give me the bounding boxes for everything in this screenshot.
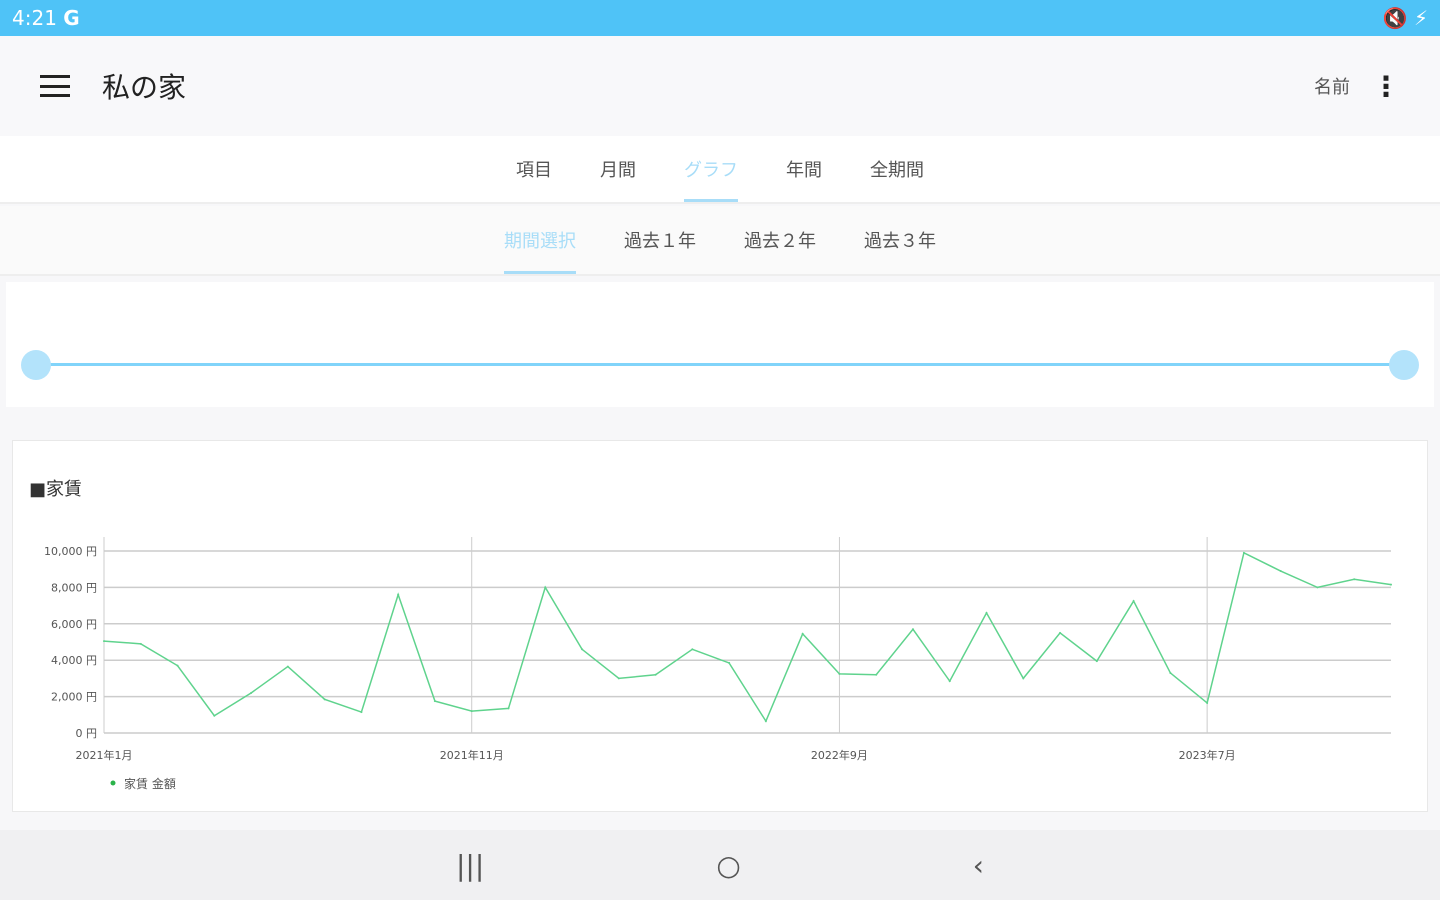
back-icon[interactable]: ‹ (973, 849, 984, 882)
x-tick-label: 2023年7月 (1179, 748, 1236, 762)
y-tick-label: 6,000 円 (51, 618, 97, 631)
data-point (544, 586, 547, 589)
home-icon[interactable]: ○ (716, 849, 740, 882)
data-point (691, 648, 694, 651)
data-point (250, 691, 253, 694)
data-point (1316, 586, 1319, 589)
y-tick-label: 2,000 円 (51, 691, 97, 704)
tab-past-1-year[interactable]: 過去１年 (600, 206, 720, 274)
tab-past-3-years[interactable]: 過去３年 (840, 206, 960, 274)
data-point (728, 661, 731, 664)
y-tick-label: 10,000 円 (44, 545, 97, 558)
data-point (1132, 600, 1135, 603)
navigation-bar: ||| ○ ‹ (0, 830, 1440, 900)
data-point (1279, 570, 1282, 573)
data-point (654, 673, 657, 676)
data-point (801, 632, 804, 635)
data-point (397, 593, 400, 596)
recents-icon[interactable]: ||| (456, 849, 484, 882)
data-point (360, 711, 363, 714)
data-point (617, 677, 620, 680)
slider-track[interactable] (36, 363, 1404, 366)
tab-items[interactable]: 項目 (492, 136, 576, 202)
data-point (764, 720, 767, 723)
data-point (948, 680, 951, 683)
y-tick-label: 4,000 円 (51, 654, 97, 667)
clock: 4:21 (12, 6, 57, 30)
tab-period-select[interactable]: 期間選択 (480, 206, 600, 274)
data-point (433, 700, 436, 703)
data-point (1169, 671, 1172, 674)
data-point (470, 710, 473, 713)
page-title: 私の家 (102, 71, 187, 104)
period-tabs: 期間選択 過去１年 過去２年 過去３年 (0, 206, 1440, 276)
name-button[interactable]: 名前 (1314, 73, 1350, 99)
status-bar: 4:21 G 🔇 ⚡ (0, 0, 1440, 36)
data-point (139, 642, 142, 645)
tab-graph[interactable]: グラフ (660, 136, 762, 202)
tab-yearly[interactable]: 年間 (762, 136, 846, 202)
y-tick-label: 8,000 円 (51, 581, 97, 594)
data-point (103, 640, 105, 643)
legend-label: 家賃 金額 (124, 776, 176, 791)
data-point (507, 707, 510, 710)
data-point (1059, 631, 1062, 634)
status-icons: 🔇 ⚡ (1382, 6, 1428, 30)
data-point (1206, 701, 1209, 704)
tab-past-2-years[interactable]: 過去２年 (720, 206, 840, 274)
y-tick-label: 0 円 (76, 727, 98, 740)
slider-start-handle[interactable] (21, 350, 51, 380)
more-options-icon[interactable]: ⋮ (1372, 70, 1400, 103)
rent-chart-card: ■家賃 0 円 2,000 円 4,000 円 6,000 円 8,000 円 10,00… (12, 440, 1428, 812)
app-bar: 私の家 名前 ⋮ (0, 36, 1440, 136)
data-point (1242, 551, 1245, 554)
legend-marker (110, 780, 116, 786)
x-tick-label: 2022年9月 (811, 748, 868, 762)
tab-all-period[interactable]: 全期間 (846, 136, 948, 202)
data-point (323, 698, 326, 701)
data-point (581, 648, 584, 651)
line-chart: 0 円 2,000 円 4,000 円 6,000 円 8,000 円 10,000 円 2… (44, 537, 1392, 791)
x-tick-label: 2021年1月 (76, 748, 133, 762)
main-tabs: 項目 月間 グラフ 年間 全期間 (0, 136, 1440, 204)
slider-end-handle[interactable] (1389, 350, 1419, 380)
period-range-slider (6, 282, 1434, 407)
data-point (875, 673, 878, 676)
data-point (176, 664, 179, 667)
data-point (286, 665, 289, 668)
data-point (911, 628, 914, 631)
data-point (838, 672, 841, 675)
data-point (1353, 578, 1356, 581)
x-tick-label: 2021年11月 (440, 748, 504, 762)
data-point (1022, 677, 1025, 680)
data-point (1390, 583, 1392, 586)
hamburger-menu-icon[interactable] (40, 75, 70, 97)
data-point (985, 611, 988, 614)
google-icon: G (63, 6, 80, 30)
tab-monthly[interactable]: 月間 (576, 136, 660, 202)
data-point (1095, 660, 1098, 663)
data-point (213, 714, 216, 717)
